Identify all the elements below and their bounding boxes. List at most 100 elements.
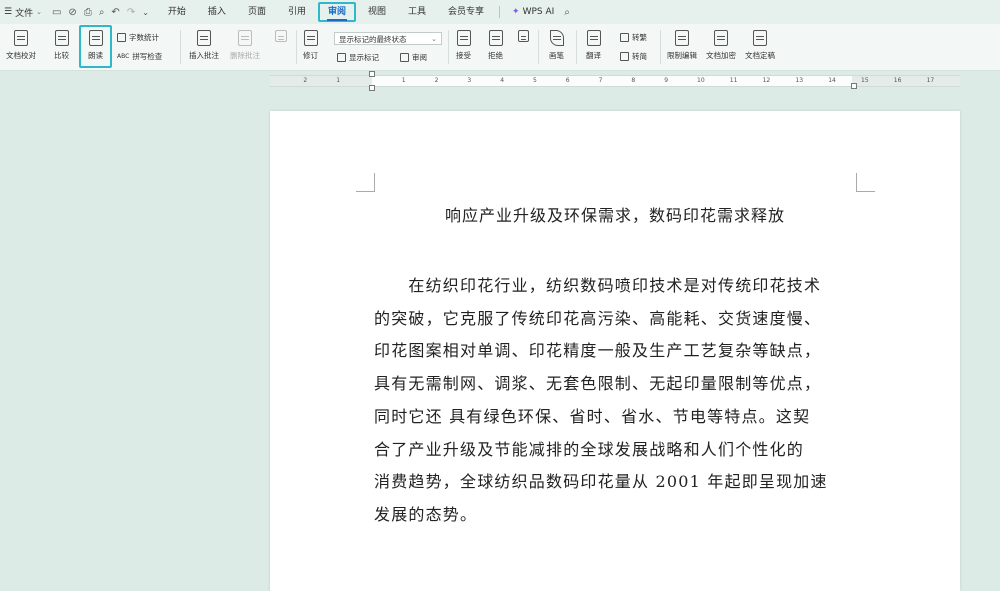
document-page[interactable]: 响应产业升级及环保需求，数码印花需求释放 在纺织印花行业，纺织数码喷印技术是对传… (270, 111, 960, 591)
menubar-divider (499, 6, 501, 18)
doc-proof-button[interactable]: 文档校对 (6, 30, 36, 61)
margin-corner-marker (356, 173, 375, 192)
tab-view[interactable]: 视图 (357, 0, 397, 24)
pen-label: 画笔 (549, 51, 564, 60)
left-indent-marker[interactable] (369, 85, 375, 91)
ruler-tick-label: 14 (828, 77, 836, 84)
ruler-tick-label: 15 (861, 77, 869, 84)
ruler-tick-label: 6 (565, 77, 570, 84)
redo-icon[interactable]: ↷ (127, 7, 135, 18)
to-traditional-label: 转繁 (632, 33, 647, 42)
compare-icon (54, 30, 69, 46)
doc-finalize-label: 文档定稿 (745, 51, 775, 60)
document-title[interactable]: 响应产业升级及环保需求，数码印花需求释放 (374, 202, 856, 226)
ruler-tick-label: 2 (303, 77, 308, 84)
link-icon[interactable]: ⊘ (68, 7, 76, 18)
ribbon-divider (576, 30, 577, 64)
translate-icon (586, 30, 601, 46)
comment-nav-button[interactable] (275, 30, 287, 46)
word-count-label: 字数统计 (129, 33, 159, 42)
review-label: 审阅 (412, 53, 427, 62)
tab-review[interactable]: 审阅 (317, 0, 357, 24)
pen-button[interactable]: 画笔 (549, 30, 564, 61)
read-aloud-highlight-box (79, 25, 112, 68)
reject-button[interactable]: 拒绝 (488, 30, 503, 61)
traditional-icon (620, 33, 629, 42)
review-pane-button[interactable]: 审阅 (400, 52, 427, 63)
document-line: 的突破，它克服了传统印花高污染、高能耗、交货速度慢、 (374, 308, 822, 328)
ruler-tick-label: 10 (697, 77, 705, 84)
ruler-tick-label: 4 (500, 77, 505, 84)
comment-nav-icon (275, 30, 287, 42)
print-preview-icon[interactable]: ⌕ (99, 7, 105, 18)
ruler-tick-label: 5 (533, 77, 537, 84)
revise-label: 修订 (303, 51, 318, 60)
document-line: 印花图案相对单调、印花精度一般及生产工艺复杂等缺点， (374, 341, 822, 361)
restrict-edit-label: 限制编辑 (667, 51, 697, 60)
right-indent-marker[interactable] (851, 83, 857, 89)
ruler-tick-label: 3 (467, 77, 472, 84)
save-icon[interactable]: ▭ (52, 7, 61, 18)
tab-highlight-box (317, 2, 356, 22)
restrict-edit-icon (675, 30, 689, 46)
show-markup-button[interactable]: 显示标记 (337, 52, 379, 63)
tab-tools[interactable]: 工具 (397, 0, 437, 24)
ruler-tick-label: 1 (401, 77, 406, 84)
document-line: 在纺织印花行业，纺织数码喷印技术是对传统印花技术 (374, 276, 822, 295)
spell-check-button[interactable]: ABC 拼写检查 (117, 51, 162, 62)
wps-ai-button[interactable]: ✦ WPS AI (504, 7, 562, 17)
ruler-tick-label: 1 (336, 77, 341, 84)
ruler-tick-label: 12 (762, 77, 771, 84)
chevron-down-icon: ⌄ (36, 8, 42, 16)
wps-ai-label: WPS AI (522, 7, 555, 17)
document-body[interactable]: 在纺织印花行业，纺织数码喷印技术是对传统印花技术 的突破，它克服了传统印花高污染… (374, 270, 858, 532)
doc-encrypt-button[interactable]: 文档加密 (706, 30, 736, 61)
translate-button[interactable]: 翻译 (586, 30, 601, 61)
tab-home[interactable]: 开始 (157, 0, 197, 24)
search-icon[interactable]: ⌕ (564, 7, 570, 18)
undo-icon[interactable]: ↶ (111, 7, 119, 18)
to-simplified-button[interactable]: 转简 (620, 51, 647, 62)
doc-encrypt-label: 文档加密 (706, 51, 736, 60)
translate-label: 翻译 (586, 51, 601, 60)
print-icon[interactable]: ⎙ (84, 7, 92, 18)
horizontal-ruler[interactable]: 2 1 1 2 3 4 5 6 7 8 9 10 11 12 13 14 15 16 17 (270, 71, 960, 91)
restrict-edit-button[interactable]: 限制编辑 (667, 30, 697, 61)
insert-comment-button[interactable]: 插入批注 (189, 30, 219, 61)
first-line-indent-marker[interactable] (369, 71, 375, 77)
word-count-button[interactable]: 字数统计 (117, 32, 159, 43)
change-nav-icon (518, 30, 529, 42)
document-line: 消费趋势，全球纺织品数码印花量从 2001 年起即呈现加速 (374, 472, 828, 492)
to-traditional-button[interactable]: 转繁 (620, 32, 647, 43)
more-icon[interactable]: ⌄ (142, 8, 149, 17)
pen-icon (549, 30, 564, 46)
tab-member[interactable]: 会员专享 (437, 0, 495, 24)
ruler-tick-label: 13 (795, 77, 804, 84)
wps-ai-icon: ✦ (512, 7, 520, 17)
show-markup-icon (337, 53, 346, 62)
menu-bar: ☰ 文件 ⌄ ▭ ⊘ ⎙ ⌕ ↶ ↷ ⌄ 开始 插入 页面 引用 审阅 视图 工… (0, 0, 1000, 24)
revise-button[interactable]: 修订 (303, 30, 318, 61)
document-line: 同时它还 具有绿色环保、省时、省水、节电等特点。这契 (374, 406, 811, 426)
comment-icon (197, 30, 211, 46)
tab-references[interactable]: 引用 (277, 0, 317, 24)
accept-label: 接受 (456, 51, 471, 60)
file-menu[interactable]: ☰ 文件 ⌄ (0, 6, 48, 19)
markup-state-select[interactable]: 显示标记的最终状态 ⌄ (334, 32, 442, 45)
ribbon-divider (180, 30, 181, 64)
tab-insert[interactable]: 插入 (197, 0, 237, 24)
reject-icon (488, 30, 503, 46)
ruler-tick-label: 11 (729, 77, 738, 84)
compare-button[interactable]: 比较 (54, 30, 69, 61)
doc-finalize-button[interactable]: 文档定稿 (745, 30, 775, 61)
delete-comment-button[interactable]: 删除批注 (230, 30, 260, 61)
accept-button[interactable]: 接受 (456, 30, 471, 61)
ribbon-divider (448, 30, 449, 64)
accept-icon (456, 30, 471, 46)
review-pane-icon (400, 53, 409, 62)
ruler-tick-label: 16 (893, 77, 902, 84)
change-nav-button[interactable] (518, 30, 529, 46)
ruler-tick-label: 17 (926, 77, 935, 84)
tab-page[interactable]: 页面 (237, 0, 277, 24)
ribbon-divider (538, 30, 539, 64)
